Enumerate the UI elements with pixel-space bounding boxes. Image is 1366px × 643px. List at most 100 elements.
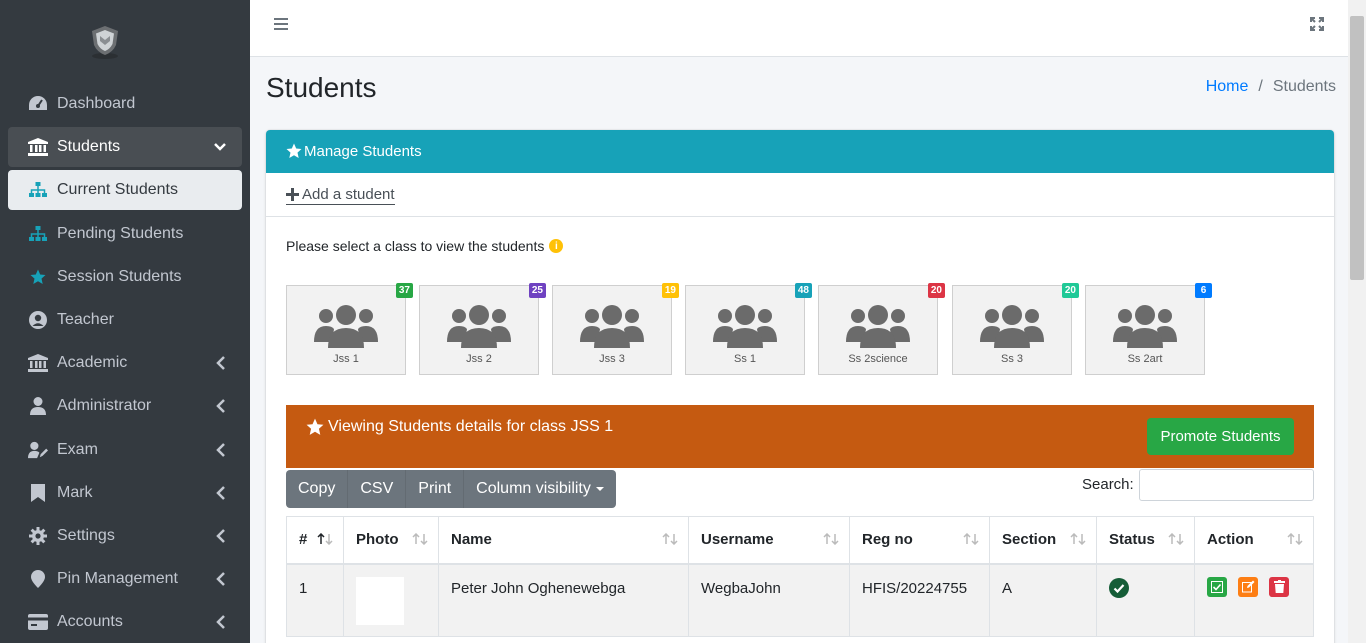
class-box[interactable]: Jss 1 37	[286, 283, 413, 375]
cell-action	[1194, 563, 1314, 637]
sidebar-item-label: Administrator	[57, 397, 152, 414]
print-button[interactable]: Print	[406, 470, 465, 508]
sidebar-item-academic[interactable]: Academic	[8, 343, 242, 383]
sidebar-item-label: Current Students	[57, 181, 178, 198]
delete-button[interactable]	[1269, 576, 1289, 597]
star-icon	[306, 418, 324, 435]
sidebar-item-label: Mark	[57, 484, 93, 501]
user-edit-icon	[28, 440, 48, 460]
fullscreen-icon[interactable]	[1310, 17, 1324, 31]
star-icon	[28, 267, 48, 287]
chevron-down-icon	[214, 143, 226, 151]
table-row: 1 Peter John Oghenewebga WegbaJohn HFIS/…	[286, 563, 1314, 637]
column-header-label: Section	[1002, 531, 1057, 549]
sidebar-item-students[interactable]: Students	[8, 127, 242, 167]
sidebar-item-label: Dashboard	[57, 95, 136, 112]
sidebar-item-session-students[interactable]: Session Students	[8, 257, 242, 297]
class-box[interactable]: Jss 2 25	[419, 283, 546, 375]
column-header-status[interactable]: Status	[1096, 516, 1195, 565]
column-header-label: #	[299, 531, 308, 549]
sidebar-item-dashboard[interactable]: Dashboard	[8, 84, 242, 124]
sidebar-item-teacher[interactable]: Teacher	[8, 300, 242, 340]
page-scrollbar[interactable]	[1348, 0, 1366, 643]
sidebar-item-label: Academic	[57, 354, 128, 371]
csv-button[interactable]: CSV	[348, 470, 407, 508]
column-header-name[interactable]: Name	[438, 516, 689, 565]
info-icon: i	[549, 239, 564, 253]
chevron-left-icon	[216, 572, 225, 586]
sidebar-item-accounts[interactable]: Accounts	[8, 602, 242, 642]
column-header-label: Username	[701, 531, 774, 549]
users-icon	[713, 305, 777, 348]
add-student-link[interactable]: Add a student	[286, 186, 395, 205]
sidebar-item-current-students[interactable]: Current Students	[8, 170, 242, 210]
sort-icon	[1070, 533, 1086, 545]
users-icon	[846, 305, 910, 348]
chevron-left-icon	[216, 529, 225, 543]
university-icon	[28, 137, 48, 157]
breadcrumb-home-link[interactable]: Home	[1206, 78, 1249, 95]
student-count-badge: 20	[1061, 283, 1079, 298]
sidebar-item-label: Accounts	[57, 613, 123, 630]
class-box[interactable]: Ss 1 48	[685, 283, 812, 375]
table-header-row: # Photo Name Username Reg no Section Sta…	[286, 516, 1314, 565]
class-box[interactable]: Ss 2art 6	[1085, 283, 1212, 375]
add-student-row: Add a student	[266, 173, 1334, 217]
export-button-group: Copy CSV Print Column visibility	[286, 470, 616, 508]
scrollbar-thumb[interactable]	[1350, 16, 1364, 280]
column-visibility-button[interactable]: Column visibility	[464, 470, 616, 508]
students-table: # Photo Name Username Reg no Section Sta…	[286, 516, 1314, 637]
sort-icon	[1287, 533, 1303, 545]
map-marker-icon	[28, 569, 48, 589]
column-header-label: Name	[451, 531, 492, 549]
hamburger-menu-icon[interactable]	[274, 17, 288, 31]
class-box[interactable]: Ss 3 20	[952, 283, 1079, 375]
sidebar: Dashboard Students Current Students Pend…	[0, 0, 250, 643]
student-photo	[356, 576, 404, 625]
column-header-reg-no[interactable]: Reg no	[849, 516, 990, 565]
cell-username: WegbaJohn	[688, 563, 850, 637]
student-count-badge: 19	[661, 283, 679, 298]
copy-button[interactable]: Copy	[286, 470, 349, 508]
search-input[interactable]	[1139, 469, 1314, 501]
sidebar-item-pin-management[interactable]: Pin Management	[8, 559, 242, 599]
sidebar-item-mark[interactable]: Mark	[8, 473, 242, 513]
student-count-badge: 20	[927, 283, 945, 298]
class-box[interactable]: Jss 3 19	[552, 283, 679, 375]
user-circle-icon	[28, 310, 48, 330]
users-icon	[314, 305, 378, 348]
check-square-icon	[1211, 580, 1223, 593]
sidebar-item-settings[interactable]: Settings	[8, 516, 242, 556]
credit-card-icon	[28, 612, 48, 632]
student-count-badge: 37	[395, 283, 413, 298]
column-header-username[interactable]: Username	[688, 516, 850, 565]
sidebar-item-label: Teacher	[57, 311, 114, 328]
users-icon	[980, 305, 1044, 348]
student-count-badge: 48	[794, 283, 812, 298]
check-circle-icon	[1109, 577, 1129, 598]
sidebar-item-label: Pin Management	[57, 570, 178, 587]
chevron-left-icon	[216, 486, 225, 500]
edit-button[interactable]	[1238, 576, 1258, 597]
student-count-badge: 25	[528, 283, 546, 298]
sidebar-item-administrator[interactable]: Administrator	[8, 386, 242, 426]
column-header-photo[interactable]: Photo	[343, 516, 439, 565]
card-header: Manage Students	[266, 130, 1334, 173]
chevron-left-icon	[216, 399, 225, 413]
column-header-number[interactable]: #	[286, 516, 344, 565]
class-name: Jss 2	[466, 353, 492, 365]
class-box[interactable]: Ss 2science 20	[818, 283, 945, 375]
promote-students-button[interactable]: Promote Students	[1147, 418, 1294, 455]
university-icon	[28, 353, 48, 373]
column-header-action[interactable]: Action	[1194, 516, 1314, 565]
column-header-label: Action	[1207, 531, 1254, 549]
sort-ascending-icon	[317, 533, 333, 545]
select-class-message: Please select a class to view the studen…	[286, 238, 564, 254]
breadcrumb-separator: /	[1258, 78, 1263, 95]
star-icon	[286, 143, 302, 158]
approve-button[interactable]	[1207, 576, 1227, 597]
column-header-section[interactable]: Section	[989, 516, 1097, 565]
class-name: Ss 1	[733, 353, 756, 365]
sidebar-item-exam[interactable]: Exam	[8, 430, 242, 470]
sidebar-item-pending-students[interactable]: Pending Students	[8, 214, 242, 254]
